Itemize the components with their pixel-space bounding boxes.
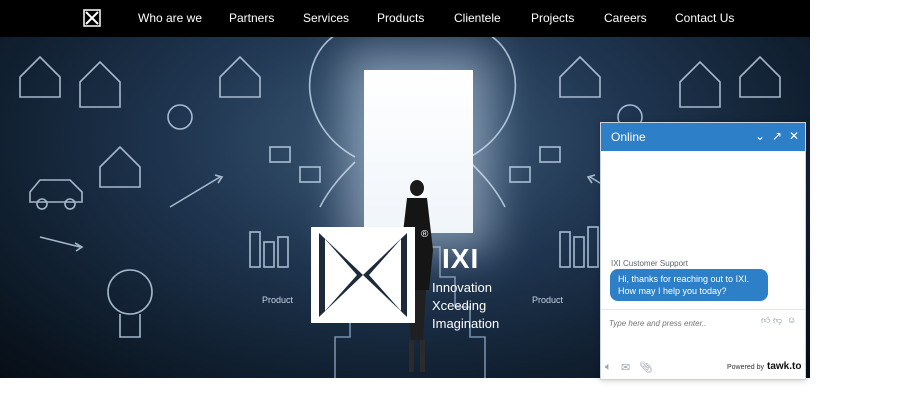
registered-mark: ® — [421, 229, 429, 240]
nav-clientele[interactable]: Clientele — [454, 11, 501, 25]
emoji-icon[interactable]: ☺ — [787, 315, 796, 325]
nav-who-are-we[interactable]: Who are we — [138, 11, 202, 25]
expand-icon[interactable]: ↗ — [772, 129, 782, 143]
nav-contact-us[interactable]: Contact Us — [675, 11, 734, 25]
nav-careers[interactable]: Careers — [604, 11, 647, 25]
sound-icon[interactable]: 🔈︎ — [605, 361, 612, 374]
close-icon[interactable]: ✕ — [789, 129, 799, 143]
attachment-icon[interactable]: 📎︎ — [639, 361, 653, 374]
ixi-brand-logo: ® IXI Innovation Xceeding Imagination — [305, 225, 515, 335]
powered-by-label: Powered by — [727, 364, 764, 371]
tagline-line-1: Innovation — [432, 280, 492, 295]
nav-products[interactable]: Products — [377, 11, 424, 25]
chevron-down-icon[interactable]: ⌄ — [755, 129, 765, 143]
nav-partners[interactable]: Partners — [229, 11, 274, 25]
chat-divider — [601, 309, 805, 310]
chat-message-input[interactable] — [607, 314, 761, 332]
nav-services[interactable]: Services — [303, 11, 349, 25]
agent-name: IXI Customer Support — [611, 259, 688, 268]
thumbs-up-icon[interactable]: 👍︎ — [761, 315, 770, 326]
sketch-label-right: Product — [532, 295, 564, 305]
email-icon[interactable]: ✉ — [621, 361, 630, 374]
tawk-brand-link[interactable]: tawk.to — [767, 361, 801, 372]
brand-wordmark: IXI — [442, 243, 480, 274]
ixi-emblem-icon — [311, 227, 415, 323]
sketch-label-left: Product — [262, 295, 294, 305]
ixi-logo-icon[interactable] — [83, 9, 101, 27]
top-navbar: Who are we Partners Services Products Cl… — [0, 0, 810, 37]
agent-message-bubble: Hi, thanks for reaching out to IXI. How … — [610, 269, 768, 301]
nav-projects[interactable]: Projects — [531, 11, 574, 25]
tagline-line-3: Imagination — [432, 316, 500, 331]
thumbs-down-icon[interactable]: 👎︎ — [773, 315, 782, 326]
tagline-line-2: Xceeding — [432, 298, 487, 313]
chat-widget: Online ⌄ ↗ ✕ IXI Customer Support Hi, th… — [600, 122, 806, 380]
chat-header[interactable]: Online ⌄ ↗ ✕ — [601, 123, 805, 151]
chat-status: Online — [611, 130, 646, 144]
